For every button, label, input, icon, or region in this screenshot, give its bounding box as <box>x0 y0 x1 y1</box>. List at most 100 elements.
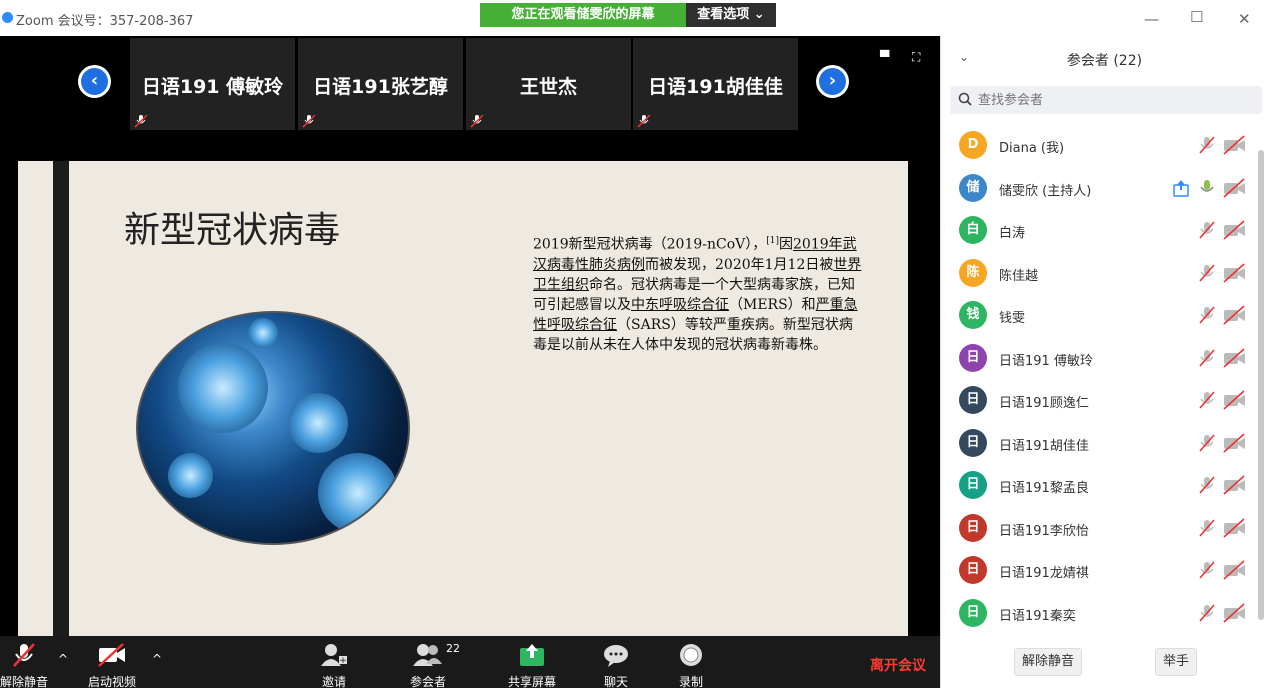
participant-status-icons <box>1197 475 1247 495</box>
participant-row[interactable]: 日日语191龙婧祺 <box>941 549 1253 592</box>
citation-ref: [1] <box>766 236 780 246</box>
unmute-label: 解除静音 <box>0 675 49 689</box>
next-page-button[interactable]: › <box>816 65 849 98</box>
participant-name: 日语191胡佳佳 <box>999 438 1089 454</box>
avatar: D <box>959 131 987 159</box>
avatar: 陈 <box>959 258 987 287</box>
video-off-icon <box>1223 475 1245 495</box>
unmute-button[interactable]: 解除静音 <box>0 640 48 690</box>
avatar: 白 <box>959 216 987 244</box>
view-options-button[interactable]: 查看选项 ⌄ <box>686 3 776 27</box>
mic-muted-icon <box>1199 603 1215 622</box>
start-video-button[interactable]: 启动视频 <box>84 640 140 690</box>
share-screen-button[interactable]: 共享屏幕 <box>506 640 558 690</box>
participant-row[interactable]: 日日语191黎孟良 <box>941 464 1253 507</box>
video-off-icon <box>1223 560 1245 580</box>
video-options-caret-icon[interactable]: ^ <box>152 652 162 666</box>
participant-name: Diana (我) <box>999 141 1065 156</box>
participant-row[interactable]: 日日语191秦奕 <box>941 592 1253 635</box>
mic-muted-icon <box>470 114 484 128</box>
maximize-icon[interactable]: ☐ <box>1190 8 1203 26</box>
minimize-icon[interactable]: — <box>1144 10 1159 28</box>
invite-label: 邀请 <box>321 675 346 689</box>
participant-row[interactable]: 白白涛 <box>941 209 1253 252</box>
participant-name: 钱雯 <box>999 311 1026 326</box>
participants-count: 22 <box>446 642 460 655</box>
record-button[interactable]: 录制 <box>674 640 708 690</box>
mic-muted-icon <box>134 114 148 128</box>
screen-share-banner: 您正在观看储雯欣的屏幕 查看选项 ⌄ <box>480 3 776 27</box>
participant-row[interactable]: D Diana (我) <box>941 124 1253 167</box>
video-off-icon <box>1223 220 1245 240</box>
video-off-icon <box>1223 135 1245 155</box>
avatar: 日 <box>959 598 987 627</box>
participant-search[interactable] <box>950 86 1262 114</box>
leave-meeting-button[interactable]: 离开会议 <box>870 655 926 675</box>
prev-page-button[interactable]: ‹ <box>78 65 111 98</box>
mic-muted-icon <box>1199 561 1215 579</box>
participant-status-icons <box>1197 135 1247 155</box>
participant-row[interactable]: 日日语191 傅敏玲 <box>941 337 1253 380</box>
tile-name: 日语191 傅敏玲 <box>141 76 284 98</box>
avatar: 日 <box>959 471 987 499</box>
svg-text:+: + <box>339 656 347 666</box>
audio-options-caret-icon[interactable]: ^ <box>58 652 68 666</box>
view-mode-icon[interactable]: ▀ <box>880 50 894 64</box>
chat-button[interactable]: 聊天 <box>598 640 634 690</box>
meeting-toolbar: 解除静音 ^ 启动视频 ^ + 邀请 参会者 22 共享屏幕 聊天 录制 离开会… <box>0 636 940 690</box>
mic-muted-icon <box>302 114 316 128</box>
participant-row[interactable]: 日日语191顾逸仁 <box>941 379 1253 422</box>
mic-muted-icon <box>1199 348 1215 367</box>
slide-title: 新型冠状病毒 <box>124 210 341 251</box>
slide-text-segment: 而被发现，2020年1月12日被 <box>645 256 834 273</box>
avatar: 日 <box>959 513 987 542</box>
video-tile[interactable]: 日语191张艺醇 <box>298 38 463 130</box>
window-title: Zoom 会议号：357-208-367 <box>16 14 194 29</box>
participant-row[interactable]: 日日语191李欣怡 <box>941 507 1253 550</box>
participants-label: 参会者 <box>409 675 446 689</box>
avatar: 日 <box>959 343 987 372</box>
participant-row[interactable]: 钱钱雯 <box>941 294 1253 337</box>
participant-status-icons <box>1197 432 1247 453</box>
participant-name: 白涛 <box>999 226 1026 241</box>
video-off-icon <box>1223 262 1245 283</box>
share-screen-icon <box>520 644 544 666</box>
share-screen-label: 共享屏幕 <box>507 675 556 689</box>
participant-row[interactable]: 储储雯欣 (主持人) <box>941 167 1253 210</box>
avatar: 钱 <box>959 301 987 329</box>
mic-muted-icon <box>1199 263 1215 282</box>
close-icon[interactable]: ✕ <box>1238 10 1251 28</box>
participant-name: 储雯欣 (主持人) <box>999 183 1092 199</box>
video-off-icon <box>1223 305 1245 325</box>
video-off-icon <box>1223 517 1245 538</box>
fullscreen-icon[interactable]: ⛶ <box>912 50 926 64</box>
slide-link[interactable]: 中东呼吸综合征 <box>631 297 729 313</box>
slide-text-segment: （MERS）和 <box>729 296 816 313</box>
participants-panel: ⌄ 参会者 (22) DDiana (我)储储雯欣 (主持人)白白涛陈陈佳越钱钱… <box>940 36 1267 688</box>
video-tile[interactable]: 王世杰 <box>466 38 631 130</box>
record-label: 录制 <box>678 675 703 689</box>
participants-scrollbar[interactable] <box>1258 150 1264 620</box>
video-tile[interactable]: 日语191胡佳佳 <box>633 38 798 130</box>
participant-status-icons <box>1197 262 1247 283</box>
record-icon <box>680 644 702 666</box>
participant-name: 日语191秦奕 <box>999 608 1076 624</box>
video-off-icon <box>98 643 125 667</box>
invite-user-icon: + <box>321 644 347 666</box>
participants-icon <box>413 644 442 666</box>
unmute-self-button[interactable]: 解除静音 <box>1014 648 1082 676</box>
participants-button[interactable]: 参会者 <box>406 640 450 690</box>
chevron-right-icon: › <box>819 68 846 95</box>
mic-active-icon <box>1200 179 1214 192</box>
avatar: 储 <box>959 173 987 202</box>
participant-row[interactable]: 陈陈佳越 <box>941 252 1253 295</box>
video-off-icon <box>1223 347 1245 368</box>
video-off-icon <box>1223 602 1245 623</box>
invite-button[interactable]: + 邀请 <box>314 640 354 690</box>
mic-muted-icon <box>13 643 35 667</box>
raise-hand-button[interactable]: 举手 <box>1155 648 1197 676</box>
participant-row[interactable]: 日日语191胡佳佳 <box>941 422 1253 465</box>
search-input[interactable] <box>978 90 1248 110</box>
participant-status-icons <box>1197 305 1247 325</box>
video-tile[interactable]: 日语191 傅敏玲 <box>130 38 295 130</box>
